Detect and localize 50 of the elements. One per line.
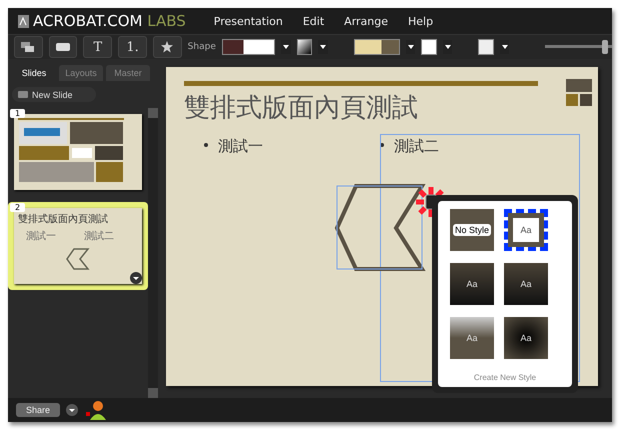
menu-item[interactable]: Help [408,14,434,28]
chevron-shape-icon [66,248,90,270]
slide-thumbnail[interactable]: 雙排式版面內頁測試 測試一 測試二 2 [8,202,148,290]
star-tool-button[interactable] [152,36,182,58]
gradient-dropdown[interactable] [296,39,312,55]
caret-icon [318,40,328,54]
caret-icon [442,40,452,54]
rounded-rectangle-icon [56,42,70,52]
shadow-dropdown[interactable] [478,39,494,55]
dropdown-icon[interactable] [66,404,78,416]
style-swatch[interactable]: Aa [504,209,548,251]
caret-icon [281,40,291,54]
shape-tool-button[interactable] [48,36,78,58]
corner-blocks-drawing [566,79,592,107]
bullet-text: 測試二 [380,137,556,156]
bullet-text: 測試一 [26,230,56,243]
slides-tool-button[interactable] [14,36,43,58]
text-tool-button[interactable]: T [83,36,112,58]
style-swatch[interactable]: Aa [504,263,548,305]
logo-icon [18,14,29,28]
app-logo: ACROBAT.COM LABS [33,12,186,30]
caret-icon [406,40,416,54]
style-swatch[interactable]: Aa [450,317,494,359]
bullet-text: 測試二 [84,230,114,243]
user-avatar-icon [84,400,106,420]
slide-title: 雙排式版面內頁測試 [184,92,419,125]
list-tool-button[interactable]: 1. [118,36,147,58]
panel-tab[interactable]: Slides [12,65,56,81]
menu-item[interactable]: Edit [302,14,324,28]
share-button[interactable]: Share [16,403,60,417]
new-slide-button[interactable]: New Slide [12,87,96,102]
style-swatch[interactable]: Aa [450,263,494,305]
menu-item[interactable]: Presentation [214,14,283,28]
bullet-text: 測試一 [204,137,380,156]
fill-color-dropdown[interactable] [222,39,276,55]
line-style-dropdown[interactable] [354,39,400,55]
slide-number: 2 [10,203,26,212]
star-icon [161,41,174,53]
shape-label: Shape [188,42,216,52]
slide-icon [18,91,28,98]
style-swatch[interactable]: Aa [504,317,548,359]
create-style-link[interactable]: Create New Style [450,372,560,383]
slide-title: 雙排式版面內頁測試 [18,212,109,226]
corner-style-dropdown[interactable] [421,39,437,55]
menu-icon[interactable] [130,272,142,284]
caret-icon [500,40,510,54]
stacked-slides-icon [20,41,36,53]
slide-number: 1 [10,109,26,118]
style-swatch[interactable]: No Style [450,209,494,251]
menu-item[interactable]: Arrange [344,14,388,28]
